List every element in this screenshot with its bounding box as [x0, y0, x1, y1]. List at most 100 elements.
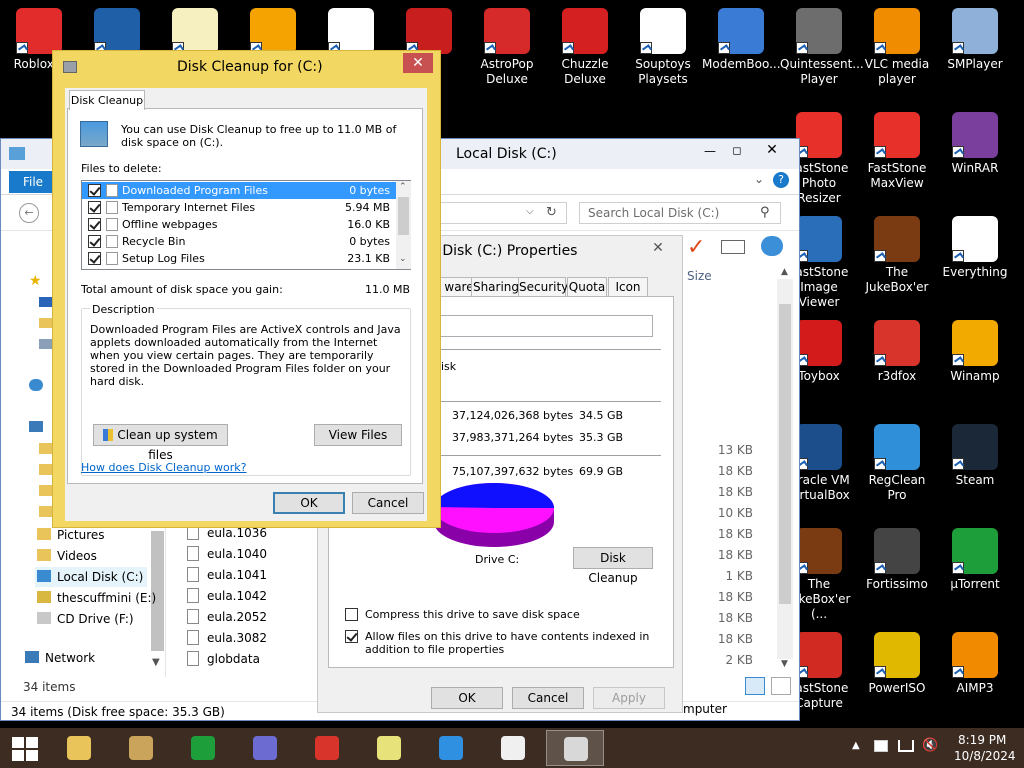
properties-tab[interactable]: Quota	[567, 277, 607, 297]
taskbar-r3dfox-button[interactable]	[298, 730, 356, 766]
properties-ok-button[interactable]: OK	[431, 687, 503, 709]
cleanup-file-row[interactable]: Temporary Internet Files 5.94 MB	[82, 199, 396, 216]
desktop-icon[interactable]: µTorrent	[936, 528, 1014, 592]
taskbar-money-bag-button[interactable]	[112, 730, 170, 766]
desktop-icon[interactable]: The JukeBox'er	[858, 216, 936, 295]
file-list-scrollbar[interactable]	[777, 279, 793, 659]
properties-tab[interactable]: Security	[518, 277, 568, 297]
desktop-nav-icon[interactable]	[39, 297, 53, 307]
cleanup-file-checkbox[interactable]	[88, 218, 101, 231]
how-disk-cleanup-works-link[interactable]: How does Disk Cleanup work?	[81, 461, 246, 474]
nav-item[interactable]: thescuffmini (E:)	[37, 588, 156, 608]
taskbar-disk-cleanup-button[interactable]	[546, 730, 604, 766]
desktop-icon[interactable]: FastStone MaxView	[858, 112, 936, 191]
toolbar-checkmark-icon[interactable]: ✓	[687, 235, 705, 260]
thispc-icon[interactable]	[29, 421, 43, 432]
taskbar-regclean-button[interactable]	[360, 730, 418, 766]
tray-expand-icon[interactable]: ▲	[852, 740, 860, 751]
file-tab[interactable]: File	[9, 171, 57, 193]
desktop-icon[interactable]: Souptoys Playsets	[624, 8, 702, 87]
desktop-icon[interactable]: Winamp	[936, 320, 1014, 384]
desktop-icon[interactable]: VLC media player	[858, 8, 936, 87]
minimize-button[interactable]: —	[698, 144, 722, 162]
folder-nav-icon[interactable]	[39, 339, 53, 349]
properties-close-button[interactable]: ✕	[643, 240, 673, 260]
address-dropdown-icon[interactable]: ⌵	[526, 206, 534, 217]
cleanup-file-row[interactable]: Offline webpages 16.0 KB	[82, 216, 396, 233]
cleanup-file-checkbox[interactable]	[88, 235, 101, 248]
properties-apply-button[interactable]: Apply	[593, 687, 665, 709]
cleanup-file-row[interactable]: Downloaded Program Files 0 bytes	[82, 182, 396, 199]
toolbar-rename-icon[interactable]	[721, 240, 745, 254]
clock-date[interactable]: 10/8/2024	[954, 749, 1016, 763]
cleanup-file-row[interactable]: Setup Log Files 23.1 KB	[82, 250, 396, 267]
nav-item[interactable]: Pictures	[37, 525, 105, 545]
files-to-delete-list[interactable]: Downloaded Program Files 0 bytes Temporary…	[81, 180, 411, 270]
tab-disk-cleanup[interactable]: Disk Cleanup	[69, 90, 145, 110]
refresh-icon[interactable]: ↻	[546, 205, 557, 220]
list-scrollbar[interactable]: ⌃ ⌄	[396, 181, 411, 269]
list-scroll-down-icon[interactable]: ⌄	[399, 254, 407, 264]
desktop-icon[interactable]: WinRAR	[936, 112, 1014, 176]
cleanup-cancel-button[interactable]: Cancel	[352, 492, 424, 514]
desktop-icon[interactable]: Quintessent... Player	[780, 8, 864, 87]
cleanup-file-checkbox[interactable]	[88, 184, 101, 197]
folder-nav-icon[interactable]	[39, 464, 53, 475]
address-box[interactable]: ⌵ ↻	[435, 202, 567, 224]
properties-tab[interactable]: Icon	[608, 277, 648, 297]
taskbar-file-explorer-button[interactable]	[50, 730, 108, 766]
view-files-button[interactable]: View Files	[314, 424, 402, 446]
file-row[interactable]: eula.1040	[187, 544, 267, 564]
back-icon[interactable]: ←	[19, 203, 39, 223]
help-icon[interactable]: ?	[773, 172, 789, 188]
desktop-icon[interactable]: AIMP3	[936, 632, 1014, 696]
desktop-icon[interactable]: ModemBoo...	[702, 8, 781, 72]
maximize-button[interactable]: ◻	[725, 144, 749, 162]
desktop-icon[interactable]: Fortissimo	[858, 528, 936, 592]
start-button[interactable]	[6, 734, 46, 764]
cleanup-ok-button[interactable]: OK	[273, 492, 345, 514]
desktop-icon[interactable]: PowerISO	[858, 632, 936, 696]
file-row[interactable]: eula.1041	[187, 565, 267, 585]
ribbon-expand-icon[interactable]: ⌄	[754, 172, 764, 186]
folder-nav-icon[interactable]	[39, 506, 53, 517]
toolbar-globe-icon[interactable]	[761, 236, 783, 256]
cleanup-file-checkbox[interactable]	[88, 201, 101, 214]
cleanup-close-button[interactable]: ✕	[403, 53, 433, 73]
taskbar-task-app-button[interactable]	[484, 730, 542, 766]
nav-item[interactable]: Local Disk (C:)	[35, 567, 147, 587]
nav-scroll-down-icon[interactable]: ▼	[152, 657, 160, 668]
taskbar-internet-explorer-button[interactable]	[422, 730, 480, 766]
scroll-up-icon[interactable]: ▲	[781, 267, 788, 277]
network-status-icon[interactable]	[898, 740, 914, 752]
properties-tab[interactable]: Sharing	[471, 277, 521, 297]
favorites-star-icon[interactable]: ★	[29, 273, 42, 289]
homegroup-icon[interactable]	[29, 379, 43, 391]
network-nav-item[interactable]: Network	[25, 651, 95, 665]
volume-name-input[interactable]	[429, 315, 653, 337]
list-scrollbar-thumb[interactable]	[398, 197, 409, 235]
file-row[interactable]: eula.2052	[187, 607, 267, 627]
details-view-icon[interactable]	[745, 677, 765, 695]
nav-item[interactable]: CD Drive (F:)	[37, 609, 134, 629]
scroll-down-icon[interactable]: ▼	[781, 659, 788, 669]
disk-cleanup-button[interactable]: Disk Cleanup	[573, 547, 653, 585]
nav-item[interactable]: Videos	[37, 546, 97, 566]
desktop-icon[interactable]: Everything	[936, 216, 1014, 280]
search-input[interactable]: Search Local Disk (C:)	[588, 206, 719, 220]
folder-nav-icon[interactable]	[39, 443, 53, 454]
search-box[interactable]: Search Local Disk (C:) ⚲	[579, 202, 781, 224]
taskbar-utorrent-button[interactable]	[174, 730, 232, 766]
taskbar-app-blue-button[interactable]	[236, 730, 294, 766]
large-icons-view-icon[interactable]	[771, 677, 791, 695]
cleanup-file-checkbox[interactable]	[88, 252, 101, 265]
desktop-icon[interactable]: Chuzzle Deluxe	[546, 8, 624, 87]
folder-nav-icon[interactable]	[39, 318, 53, 328]
size-column-header[interactable]: Size	[687, 269, 712, 283]
clean-up-system-files-button[interactable]: Clean up system files	[93, 424, 228, 462]
file-row[interactable]: eula.1042	[187, 586, 267, 606]
desktop-icon[interactable]: RegClean Pro	[858, 424, 936, 503]
clock-time[interactable]: 8:19 PM	[958, 733, 1006, 747]
file-row[interactable]: globdata	[187, 649, 260, 669]
action-center-icon[interactable]	[874, 740, 888, 752]
